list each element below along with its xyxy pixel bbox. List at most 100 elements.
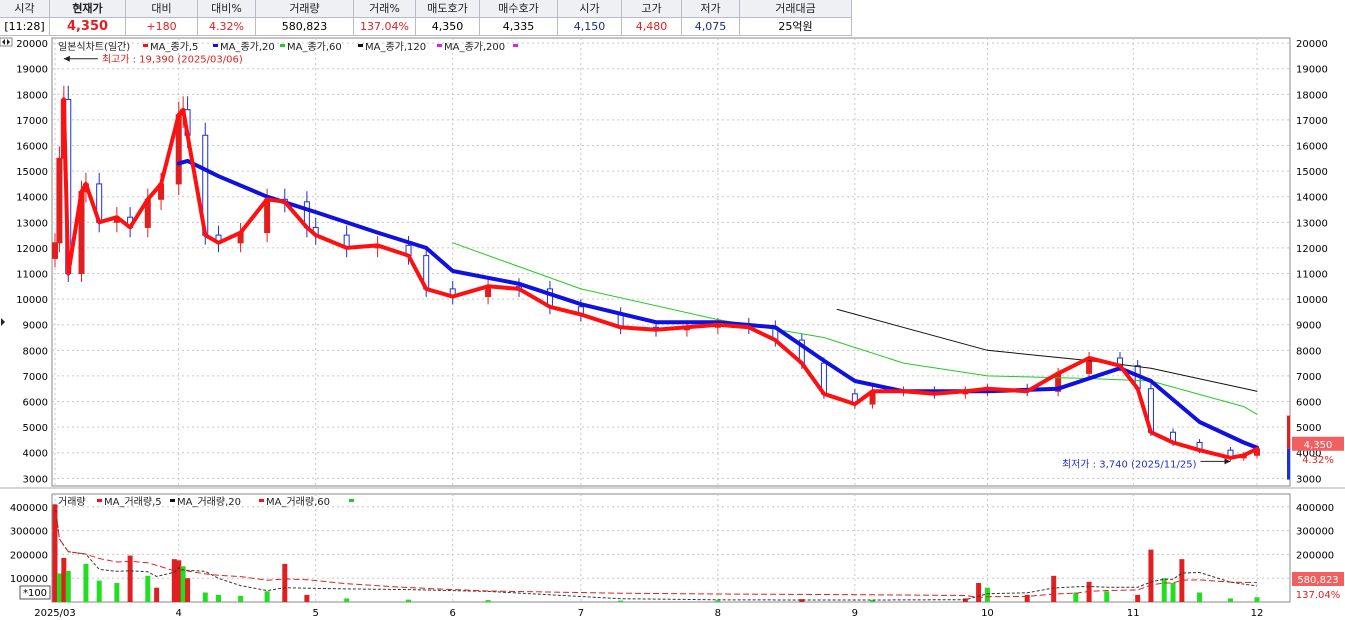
scroll-control-button[interactable] [0,37,13,47]
price-tick-left: 16000 [16,142,48,153]
volume-tick-right: 400000 [1296,503,1334,514]
volume-bar [1135,594,1141,602]
volume-bar [344,598,350,602]
volume-bar [61,557,67,602]
price-tick-left: 6000 [23,398,48,409]
quote-value-7: 4,335 [480,18,558,36]
volume-bar [238,596,244,602]
month-label: 8 [715,608,721,619]
legend-swatch-4 [437,44,442,47]
current-range-up [1287,415,1290,449]
price-tick-right: 7000 [1296,372,1321,383]
low-annotation: 최저가 : 3,740 (2025/11/25) [1062,458,1197,470]
month-label: 11 [1127,608,1140,619]
month-label: 12 [1251,608,1264,619]
quote-value-2: +180 [126,18,198,36]
legend-item-1: MA_종가,20 [220,41,275,53]
legend-swatch-2 [280,44,285,47]
volume-bar [1148,549,1154,602]
month-label: 10 [981,608,994,619]
volume-bar [1051,575,1057,602]
volume-legend-item-1: MA_거래량,20 [177,496,241,508]
quote-value-8: 4,150 [558,18,622,36]
month-label: 5 [313,608,319,619]
month-label: 6 [450,608,456,619]
price-panel-frame [51,37,1291,487]
quote-header-4: 거래량 [256,0,354,18]
current-volume-label: 580,823 [1297,575,1338,586]
current-volume-ratio: 137.04% [1296,590,1341,601]
volume-bar [485,600,491,602]
legend-item-2: MA_종가,60 [287,41,342,53]
price-tick-left: 3000 [23,474,48,485]
price-tick-right: 5000 [1296,423,1321,434]
volume-bar [1197,592,1203,602]
month-label: 2025/03 [34,608,76,619]
volume-legend-title: 거래량 [58,496,86,508]
volume-tick-left: 100000 [10,574,48,585]
volume-bar [171,559,177,602]
price-tick-right: 9000 [1296,321,1321,332]
price-tick-left: 13000 [16,218,48,229]
quote-header-6: 매도호가 [416,0,480,18]
current-change-label: 4.32% [1302,455,1334,466]
volume-bar [282,563,288,602]
volume-bar [154,587,160,602]
volume-bar [145,575,151,602]
price-tick-left: 20000 [16,39,48,50]
volume-legend-item-0: MA_거래량,5 [104,496,162,508]
price-tick-right: 10000 [1296,295,1328,306]
price-tick-left: 5000 [23,423,48,434]
price-tick-left: 19000 [16,65,48,76]
volume-bar [984,587,990,602]
volume-bar [127,555,133,602]
volume-legend-swatch-2 [259,499,264,502]
volume-tick-right: 200000 [1296,550,1334,561]
price-tick-left: 17000 [16,116,48,127]
volume-bar [216,594,222,602]
price-tick-right: 12000 [1296,244,1328,255]
price-legend-title: 일본식차트(일간) [58,41,130,53]
volume-legend-item-2: MA_거래량,60 [266,496,330,508]
volume-bar [962,598,968,602]
quote-value-4: 580,823 [256,18,354,36]
chart-area: 20000 20000 19000 19000 18000 18000 17000 17000… [0,36,1345,620]
volume-bar [976,582,982,602]
price-tick-left: 4000 [23,449,48,460]
volume-tick-right: 300000 [1296,527,1334,538]
month-label: 4 [176,608,182,619]
price-tick-right: 17000 [1296,116,1328,127]
quote-header-3: 대비% [198,0,256,18]
price-tick-left: 14000 [16,193,48,204]
quote-header-10: 저가 [682,0,740,18]
volume-legend-swatch-0 [97,499,102,502]
chart-svg: 20000 20000 19000 19000 18000 18000 17000 17000… [0,37,1345,619]
price-tick-right: 11000 [1296,270,1328,281]
volume-bar [1104,591,1110,602]
price-tick-left: 9000 [23,321,48,332]
quote-header-7: 매수호가 [480,0,558,18]
price-tick-left: 7000 [23,372,48,383]
quote-header-5: 거래% [354,0,416,18]
quote-header-11: 거래대금 [740,0,852,18]
quote-header-8: 시가 [558,0,622,18]
volume-bar [65,571,71,602]
volume-bar [1254,597,1260,602]
candle-body [52,242,58,259]
price-tick-left: 8000 [23,346,48,357]
legend-swatch-3 [358,44,363,47]
price-tick-right: 19000 [1296,65,1328,76]
legend-swatch-tail [513,44,518,47]
volume-bar [406,599,412,602]
volume-tick-left: 200000 [10,550,48,561]
price-tick-right: 20000 [1296,39,1328,50]
quote-header-2: 대비 [126,0,198,18]
price-tick-left: 10000 [16,295,48,306]
price-tick-left: 11000 [16,270,48,281]
legend-item-3: MA_종가,120 [365,41,426,53]
volume-bar [715,600,721,602]
month-label: 9 [852,608,858,619]
volume-bar [56,573,62,602]
volume-bar [96,580,102,602]
price-tick-right: 14000 [1296,193,1328,204]
